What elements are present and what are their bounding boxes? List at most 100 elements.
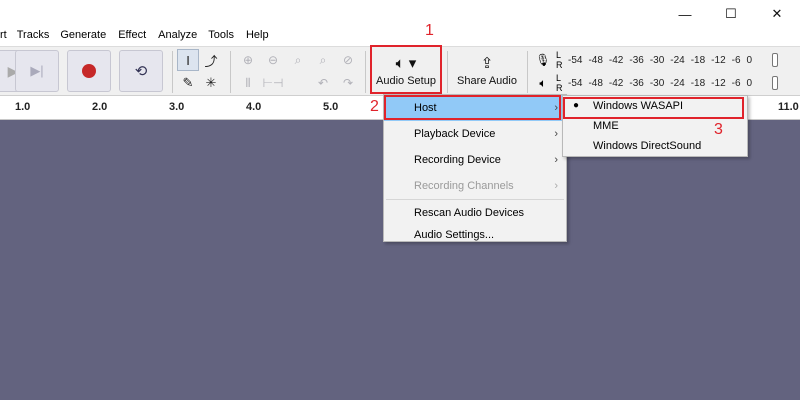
host-option-label: MME: [593, 120, 619, 132]
meter-slider-handle[interactable]: [772, 53, 778, 67]
meter-slider-handle[interactable]: [772, 76, 778, 90]
menu-item-recording-channels: Recording Channels ›: [384, 173, 566, 199]
menu-item-audio-settings[interactable]: Audio Settings...: [384, 224, 566, 246]
loop-icon: ⟲: [134, 63, 148, 80]
meter-tick: -54: [568, 54, 583, 66]
envelope-icon: ⤴: [204, 53, 218, 69]
fit-project-icon: ⌕: [319, 52, 327, 67]
ruler-tick: 5.0: [323, 101, 339, 113]
trim-button[interactable]: ⫴: [236, 72, 260, 94]
zoom-out-button[interactable]: ⊖: [261, 49, 285, 71]
menu-item-playback-device[interactable]: Playback Device ›: [384, 121, 566, 147]
chevron-right-icon: ›: [554, 128, 558, 140]
minimize-button[interactable]: —: [662, 0, 708, 28]
meter-tick: -18: [690, 54, 706, 66]
envelope-tool-button[interactable]: ⤴: [200, 49, 222, 71]
fit-project-button[interactable]: ⌕: [311, 49, 335, 71]
close-button[interactable]: ✕: [754, 0, 800, 28]
meter-tick: 0: [746, 77, 753, 89]
meter-tick: -48: [588, 54, 603, 66]
ruler-tick: 11.0: [778, 101, 799, 113]
ruler-tick: 3.0: [169, 101, 185, 113]
meter-scale: -54 -48 -42 -36 -30 -24 -18 -12 -6 0: [568, 72, 800, 94]
redo-icon: ↷: [342, 76, 354, 90]
meter-tick: -12: [711, 77, 726, 89]
menu-separator: [386, 199, 564, 200]
step-number-3: 3: [714, 121, 723, 138]
meter-tick: -30: [649, 77, 665, 89]
fit-selection-icon: ⌕: [294, 52, 302, 67]
menu-item-recording-device[interactable]: Recording Device ›: [384, 147, 566, 173]
record-icon: [82, 64, 96, 78]
meter-scale: -54 -48 -42 -36 -30 -24 -18 -12 -6 0: [568, 49, 800, 71]
zoom-toggle-button[interactable]: ⊘: [336, 49, 360, 71]
meter-tick: -48: [588, 77, 603, 89]
highlight-windows-wasapi: [563, 97, 744, 119]
silence-button[interactable]: ⊢⊣: [261, 72, 285, 94]
redo-button[interactable]: ↷: [336, 72, 360, 94]
meter-tick: -24: [670, 77, 685, 89]
maximize-button[interactable]: ☐: [708, 0, 754, 28]
meter-channels: L R: [556, 50, 568, 70]
menu-generate[interactable]: Generate: [60, 29, 106, 43]
spacer-cell: [286, 72, 310, 94]
host-option-label: Windows DirectSound: [593, 140, 702, 152]
pencil-icon: ✎: [182, 75, 194, 90]
toolbar-divider: [527, 51, 528, 93]
meter-left-label: L: [556, 73, 562, 83]
toolbar-divider: [172, 51, 173, 93]
highlight-host: [384, 95, 561, 120]
microphone-icon: 🎙︎: [535, 53, 551, 67]
skip-end-icon: ▶|: [30, 63, 44, 78]
host-option-windows-directsound[interactable]: Windows DirectSound: [563, 136, 747, 156]
menu-item-label: Playback Device: [414, 128, 496, 140]
menu-help[interactable]: Help: [246, 29, 269, 43]
menu-analyze[interactable]: Analyze: [158, 29, 197, 43]
menu-item-label: Recording Channels: [414, 180, 514, 192]
menu-effect[interactable]: Effect: [118, 29, 146, 43]
menu-tracks[interactable]: Tracks: [17, 29, 50, 43]
playback-meter[interactable]: 🔈︎ L R -54 -48 -42 -36 -30 -24 -18 -12 -…: [530, 72, 800, 94]
skip-end-button[interactable]: ▶|: [15, 50, 59, 92]
menu-bar: rt Tracks Generate Effect Analyze Tools …: [0, 0, 800, 46]
loop-button[interactable]: ⟲: [119, 50, 163, 92]
multi-tool-button[interactable]: ✳: [200, 72, 222, 94]
menu-item-label: Audio Settings...: [414, 229, 495, 241]
draw-tool-button[interactable]: ✎: [177, 72, 199, 94]
zoom-out-icon: ⊖: [267, 53, 279, 67]
meter-tick: -6: [731, 54, 741, 66]
undo-icon: ↶: [317, 76, 329, 90]
step-number-1: 1: [425, 22, 434, 39]
selection-tool-button[interactable]: I: [177, 49, 199, 71]
meter-tick: -30: [649, 54, 665, 66]
ruler-tick: 4.0: [246, 101, 262, 113]
menu-export-partial[interactable]: rt: [0, 29, 7, 43]
undo-button[interactable]: ↶: [311, 72, 335, 94]
fit-selection-button[interactable]: ⌕: [286, 49, 310, 71]
recording-meter[interactable]: 🎙︎ L R -54 -48 -42 -36 -30 -24 -18 -12 -…: [530, 49, 800, 71]
main-menu: rt Tracks Generate Effect Analyze Tools …: [0, 29, 269, 43]
trim-audio-icon: ⫴: [245, 75, 251, 90]
speaker-icon: 🔈︎: [539, 75, 547, 90]
window-controls: — ☐ ✕: [662, 0, 800, 28]
ruler-tick: 1.0: [15, 101, 31, 113]
chevron-right-icon: ›: [554, 154, 558, 166]
meter-tick: -6: [731, 77, 741, 89]
tools-toolbar: I ⤴ ✎ ✳: [177, 49, 222, 94]
zoom-in-button[interactable]: ⊕: [236, 49, 260, 71]
toolbar-divider: [365, 51, 366, 93]
meter-tick: -18: [690, 77, 706, 89]
ruler-tick: 2.0: [92, 101, 108, 113]
menu-item-label: Rescan Audio Devices: [414, 207, 525, 219]
menu-item-label: Recording Device: [414, 154, 501, 166]
menu-tools[interactable]: Tools: [208, 29, 234, 43]
share-audio-button[interactable]: ⇪ Share Audio: [452, 49, 522, 93]
menu-item-rescan-audio-devices[interactable]: Rescan Audio Devices: [384, 202, 566, 224]
record-button[interactable]: [67, 50, 111, 92]
meter-right-label: R: [556, 60, 563, 70]
chevron-right-icon: ›: [554, 180, 558, 192]
meter-tick: -12: [711, 54, 726, 66]
step-number-2: 2: [370, 98, 379, 115]
share-audio-label: Share Audio: [457, 75, 517, 87]
meter-right-label: R: [556, 83, 563, 93]
